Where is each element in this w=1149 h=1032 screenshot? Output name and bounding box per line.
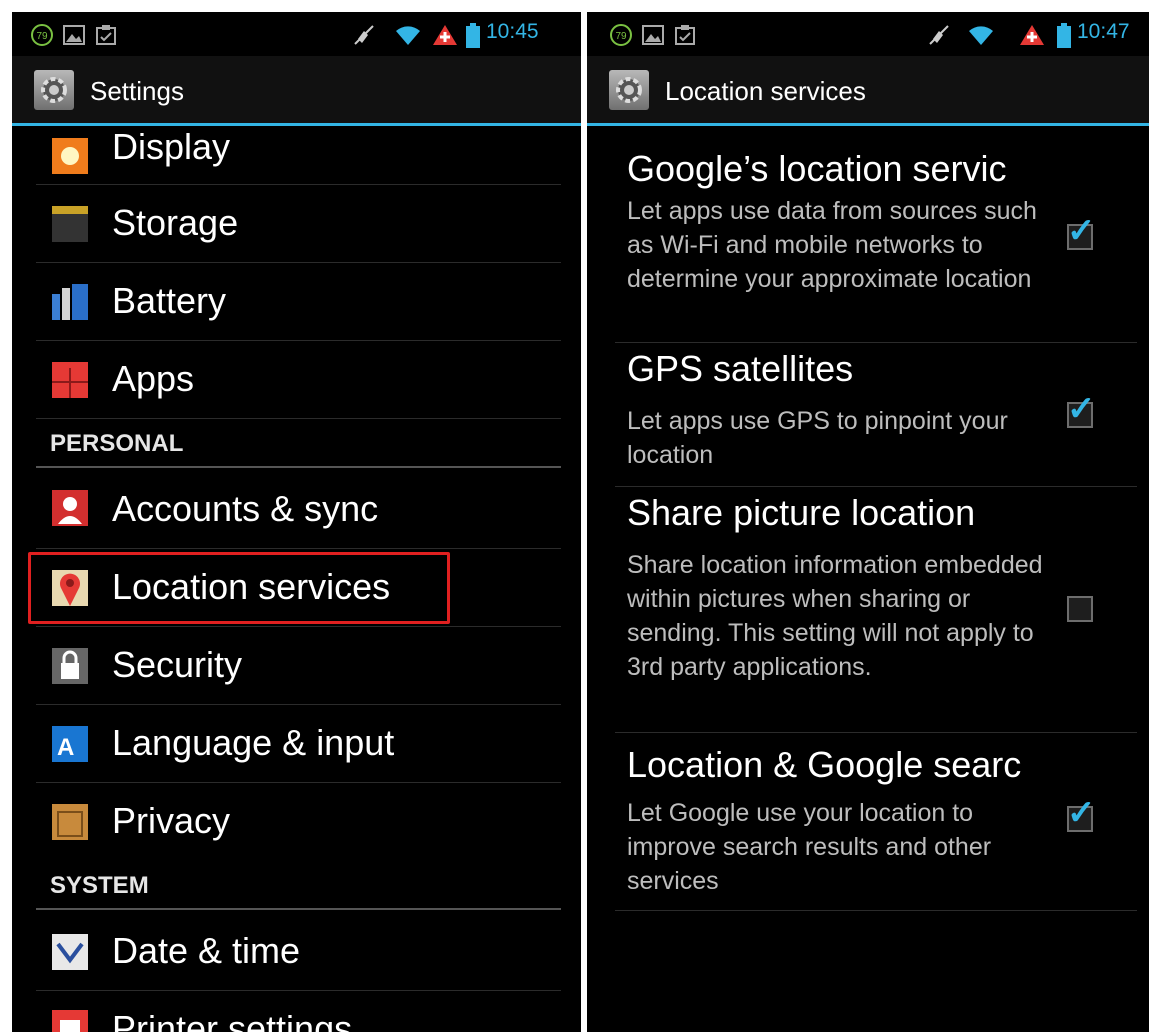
section-header-personal: PERSONAL — [36, 426, 561, 468]
settings-gear-icon[interactable] — [609, 70, 649, 110]
settings-item-label: Security — [112, 644, 243, 685]
pref-title: GPS satellites — [627, 348, 854, 389]
battery-percent-notification-icon: 79 — [609, 23, 633, 52]
signal-alert-icon — [432, 23, 458, 52]
gallery-notification-icon — [62, 23, 86, 52]
muted-icon — [927, 23, 951, 52]
settings-item-security[interactable]: Security — [36, 626, 561, 705]
storage-icon — [48, 202, 92, 246]
lock-icon — [48, 644, 92, 688]
pref-title: Location & Google searc — [627, 744, 1022, 785]
printer-icon — [48, 1006, 92, 1032]
settings-item-language-input[interactable]: A Language & input — [36, 704, 561, 783]
status-time: 10:45 — [486, 20, 539, 43]
muted-icon — [352, 23, 376, 52]
settings-item-label: Language & input — [112, 722, 395, 763]
signal-alert-icon — [1019, 23, 1045, 52]
pref-title: Google’s location servic — [627, 148, 1007, 189]
checkbox[interactable]: ✓ — [1067, 392, 1096, 428]
settings-item-label: Display — [112, 126, 231, 167]
status-bar: 79 10:45 — [12, 12, 581, 56]
clipboard-notification-icon — [673, 23, 697, 52]
svg-text:79: 79 — [615, 31, 627, 42]
settings-item-apps[interactable]: Apps — [36, 340, 561, 419]
settings-item-label: Accounts & sync — [112, 488, 379, 529]
action-bar: Settings — [12, 56, 581, 126]
clipboard-notification-icon — [94, 23, 118, 52]
battery-usage-icon — [48, 280, 92, 324]
pref-gps-satellites[interactable]: GPS satellites Let apps use GPS to pinpo… — [615, 342, 1137, 487]
settings-item-label: Date & time — [112, 930, 301, 971]
pref-location-google-search[interactable]: Location & Google searc Let Google use y… — [615, 732, 1137, 911]
settings-item-battery[interactable]: Battery — [36, 262, 561, 341]
apps-icon — [48, 358, 92, 402]
settings-item-label: Apps — [112, 358, 195, 399]
settings-screen: 79 10:45 Settings Display Storage Batter… — [12, 12, 581, 1032]
pref-summary: Let Google use your location to improve … — [627, 799, 992, 895]
checkbox[interactable]: ✓ — [1067, 796, 1096, 832]
checkbox[interactable]: ✓ — [1067, 214, 1096, 250]
checkmark-icon: ✓ — [1067, 390, 1096, 428]
wifi-icon — [967, 23, 995, 52]
status-bar: 79 10:47 — [587, 12, 1149, 56]
pref-google-location-service[interactable]: Google’s location servic Let apps use da… — [615, 142, 1137, 343]
settings-item-printer-settings[interactable]: Printer settings — [36, 990, 561, 1032]
checkmark-icon: ✓ — [1067, 794, 1096, 832]
settings-item-accounts-sync[interactable]: Accounts & sync — [36, 468, 561, 549]
privacy-icon — [48, 800, 92, 844]
page-title: Settings — [90, 76, 184, 106]
gallery-notification-icon — [641, 23, 665, 52]
checkbox-unchecked[interactable] — [1067, 596, 1093, 622]
pref-summary: Let apps use data from sources such as W… — [627, 197, 1037, 293]
checkmark-icon: ✓ — [1067, 212, 1096, 250]
clock-icon — [48, 930, 92, 974]
settings-item-label: Privacy — [112, 800, 231, 841]
settings-item-display[interactable]: Display — [36, 126, 561, 185]
action-bar: Location services — [587, 56, 1149, 126]
battery-icon — [1057, 23, 1071, 54]
svg-text:79: 79 — [36, 31, 48, 42]
svg-text:A: A — [57, 734, 74, 761]
battery-icon — [466, 23, 480, 54]
settings-item-label: Battery — [112, 280, 227, 321]
settings-item-storage[interactable]: Storage — [36, 184, 561, 263]
display-icon — [48, 134, 92, 178]
accounts-icon — [48, 486, 92, 530]
language-icon: A — [48, 722, 92, 766]
status-time: 10:47 — [1077, 20, 1130, 43]
page-title: Location services — [665, 76, 866, 106]
settings-item-privacy[interactable]: Privacy — [36, 782, 561, 860]
pref-share-picture-location[interactable]: Share picture location Share location in… — [615, 486, 1137, 733]
settings-item-date-time[interactable]: Date & time — [36, 910, 561, 991]
pref-summary: Let apps use GPS to pinpoint your locati… — [627, 407, 1008, 469]
settings-item-label: Storage — [112, 202, 239, 243]
pref-title: Share picture location — [627, 492, 976, 533]
section-header-system: SYSTEM — [36, 868, 561, 910]
battery-percent-notification-icon: 79 — [30, 23, 54, 52]
highlight-location-services — [28, 552, 450, 624]
pref-summary: Share location information embedded with… — [627, 551, 1043, 681]
settings-item-label: Printer settings — [112, 1008, 353, 1032]
wifi-icon — [394, 23, 422, 52]
location-services-screen: 79 10:47 Location services Google’s loca… — [587, 12, 1149, 1032]
settings-gear-icon[interactable] — [34, 70, 74, 110]
